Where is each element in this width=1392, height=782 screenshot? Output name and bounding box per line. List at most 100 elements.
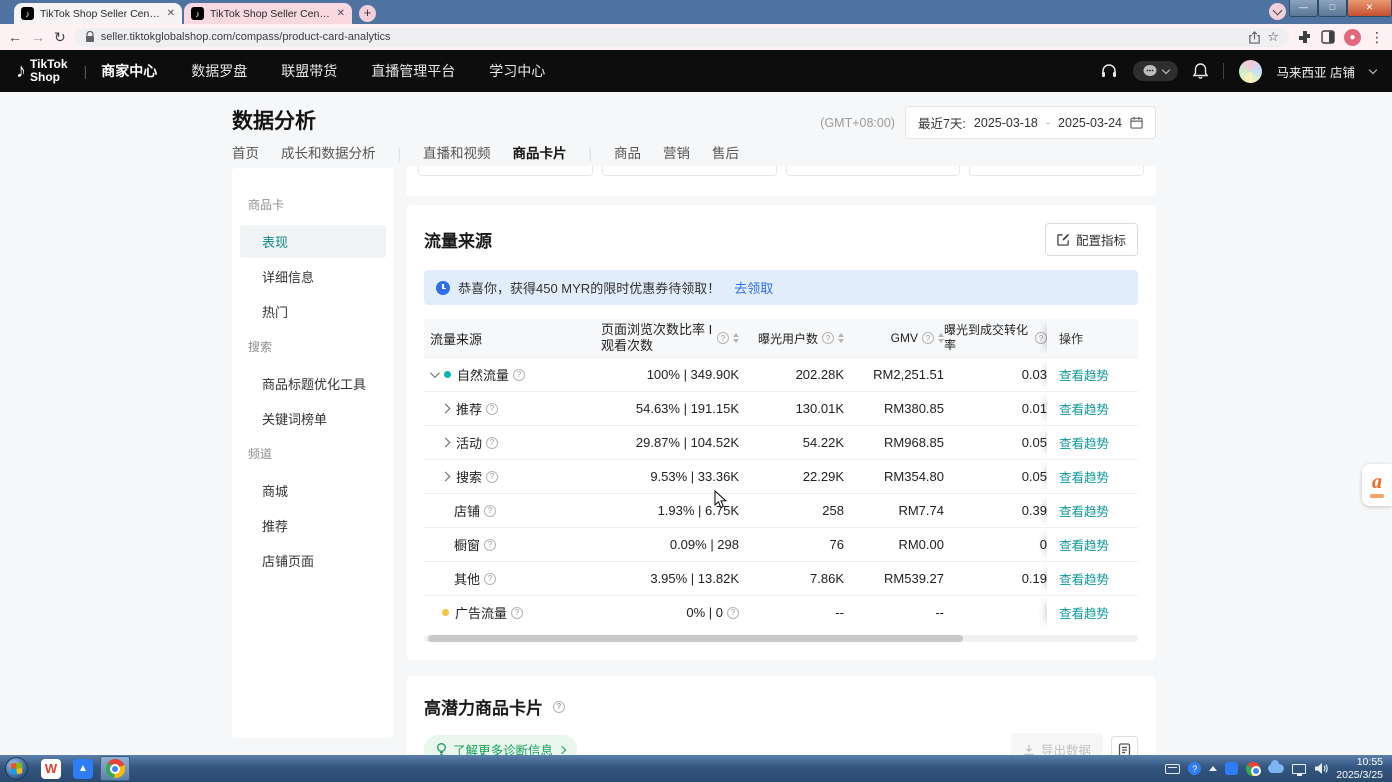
expand-icon[interactable] — [441, 438, 451, 448]
coupon-banner: 恭喜你，获得450 MYR的限时优惠券待领取！ 去领取 — [424, 270, 1138, 305]
browser-menu-icon[interactable]: ⋮ — [1370, 29, 1384, 46]
cloud-drive-icon[interactable] — [1268, 764, 1284, 773]
store-name[interactable]: 马来西亚 店铺 — [1277, 62, 1355, 81]
taskbar-wps-icon[interactable]: W — [36, 756, 66, 781]
tiktok-shop-logo[interactable]: ♪ TikTokShop — [16, 58, 68, 83]
view-trend-link[interactable]: 查看趋势 — [1059, 501, 1109, 520]
export-data-button[interactable]: 导出数据 — [1011, 733, 1103, 755]
view-trend-link[interactable]: 查看趋势 — [1059, 399, 1109, 418]
sidebar-item-keyword-rank[interactable]: 关键词榜单 — [240, 402, 386, 435]
diagnosis-link[interactable]: 了解更多诊断信息 — [424, 735, 577, 755]
show-hidden-icons[interactable] — [1209, 766, 1217, 771]
view-trend-link[interactable]: 查看趋势 — [1059, 467, 1109, 486]
minimize-button[interactable]: — — [1289, 0, 1318, 17]
sidebar-item-hot[interactable]: 热门 — [240, 295, 386, 328]
tray-app-icon[interactable] — [1225, 762, 1238, 775]
expand-icon[interactable] — [441, 472, 451, 482]
report-doc-button[interactable] — [1111, 736, 1138, 755]
chevron-down-icon[interactable] — [1369, 66, 1377, 74]
address-bar[interactable]: seller.tiktokglobalshop.com/compass/prod… — [75, 28, 1289, 47]
browser-tab-1[interactable]: ♪ TikTok Shop Seller Center | Cre ✕ — [14, 3, 182, 24]
promo-float-widget[interactable]: a — [1362, 464, 1392, 506]
collapse-icon[interactable] — [430, 368, 440, 378]
brand-line2: Shop — [30, 70, 60, 84]
sidebar-item-title-optimizer[interactable]: 商品标题优化工具 — [240, 367, 386, 400]
browser-tab-2[interactable]: ♪ TikTok Shop Seller Center | Cre ✕ — [184, 3, 352, 24]
help-icon[interactable]: ? — [1035, 332, 1047, 344]
view-trend-link[interactable]: 查看趋势 — [1059, 365, 1109, 384]
help-icon[interactable]: ? — [484, 539, 496, 551]
configure-metrics-button[interactable]: 配置指标 — [1045, 223, 1138, 256]
taskbar-chrome-icon[interactable] — [100, 756, 130, 781]
help-icon[interactable]: ? — [486, 471, 498, 483]
sidebar-item-details[interactable]: 详细信息 — [240, 260, 386, 293]
metric-box — [786, 166, 961, 176]
horizontal-scrollbar[interactable] — [424, 635, 1138, 642]
help-icon[interactable]: ? — [717, 332, 729, 344]
page-body: 数据分析 (GMT+08:00) 最近7天: 2025-03-18 - 2025… — [0, 92, 1392, 755]
chevron-right-icon — [558, 745, 566, 753]
help-icon[interactable]: ? — [484, 573, 496, 585]
help-icon[interactable]: ? — [486, 437, 498, 449]
nav-live-platform[interactable]: 直播管理平台 — [371, 61, 455, 81]
help-icon[interactable]: ? — [553, 701, 565, 713]
help-icon[interactable]: ? — [922, 332, 934, 344]
view-trend-link[interactable]: 查看趋势 — [1059, 603, 1109, 622]
help-tray-icon[interactable]: ? — [1188, 762, 1201, 775]
back-icon[interactable]: ← — [8, 29, 22, 45]
expand-icon[interactable] — [441, 404, 451, 414]
help-icon[interactable]: ? — [513, 369, 525, 381]
message-center-button[interactable] — [1133, 61, 1178, 81]
store-avatar[interactable] — [1239, 60, 1262, 83]
view-trend-link[interactable]: 查看趋势 — [1059, 535, 1109, 554]
help-icon[interactable]: ? — [727, 607, 739, 619]
bookmark-star-icon[interactable]: ☆ — [1267, 29, 1279, 45]
claim-coupon-link[interactable]: 去领取 — [734, 278, 773, 297]
forward-icon[interactable]: → — [31, 29, 45, 45]
close-button[interactable]: ✕ — [1347, 0, 1392, 17]
help-icon[interactable]: ? — [484, 505, 496, 517]
sidebar-item-performance[interactable]: 表现 — [240, 225, 386, 258]
network-icon[interactable] — [1292, 764, 1306, 774]
new-tab-button[interactable]: + — [359, 5, 376, 22]
sidebar-item-recommend[interactable]: 推荐 — [240, 509, 386, 542]
nav-seller-center[interactable]: 商家中心 — [101, 61, 157, 81]
extensions-puzzle-icon[interactable] — [1298, 30, 1312, 44]
help-icon[interactable]: ? — [511, 607, 523, 619]
tiktok-note-icon: ♪ — [16, 60, 26, 83]
screen: ♪ TikTok Shop Seller Center | Cre ✕ ♪ Ti… — [0, 0, 1392, 782]
view-trend-link[interactable]: 查看趋势 — [1059, 569, 1109, 588]
sidebar-item-mall[interactable]: 商城 — [240, 474, 386, 507]
tab-search-button[interactable] — [1269, 3, 1286, 20]
scrollbar-thumb[interactable] — [428, 635, 963, 642]
help-icon[interactable]: ? — [822, 332, 834, 344]
sidebar-item-shop-page[interactable]: 店铺页面 — [240, 544, 386, 577]
tray-chrome-icon[interactable] — [1246, 762, 1260, 776]
headset-icon[interactable] — [1100, 63, 1118, 79]
tab-close-icon[interactable]: ✕ — [337, 8, 345, 19]
start-button[interactable] — [5, 757, 28, 780]
tab-title: TikTok Shop Seller Center | Cre — [210, 8, 331, 20]
table-row-shop: 店铺? 1.93% | 6.75K 258 RM7.74 0.39 查看趋势 — [424, 493, 1138, 527]
taskbar-docs-icon[interactable]: ▲ — [68, 756, 98, 781]
nav-compass[interactable]: 数据罗盘 — [191, 61, 247, 81]
profile-avatar[interactable]: ● — [1344, 29, 1361, 46]
maximize-button[interactable]: □ — [1318, 0, 1347, 17]
help-icon[interactable]: ? — [486, 403, 498, 415]
input-method-icon[interactable] — [1165, 764, 1180, 774]
tab-close-icon[interactable]: ✕ — [167, 8, 175, 19]
volume-icon[interactable] — [1314, 762, 1328, 775]
view-trend-link[interactable]: 查看趋势 — [1059, 433, 1109, 452]
date-end: 2025-03-24 — [1058, 116, 1122, 130]
nav-academy[interactable]: 学习中心 — [489, 61, 545, 81]
date-range-picker[interactable]: 最近7天: 2025-03-18 - 2025-03-24 — [905, 106, 1156, 139]
table-row-showcase: 橱窗? 0.09% | 298 76 RM0.00 0 查看趋势 — [424, 527, 1138, 561]
share-icon[interactable] — [1248, 31, 1261, 44]
side-panel-icon[interactable] — [1321, 30, 1335, 44]
sidebar-section-channel: 频道 — [232, 437, 394, 472]
notification-bell-icon[interactable] — [1193, 63, 1208, 79]
mouse-cursor — [714, 490, 728, 510]
nav-affiliate[interactable]: 联盟带货 — [281, 61, 337, 81]
taskbar-clock[interactable]: 10:55 2025/3/25 — [1336, 756, 1389, 781]
refresh-icon[interactable]: ↻ — [54, 29, 66, 46]
